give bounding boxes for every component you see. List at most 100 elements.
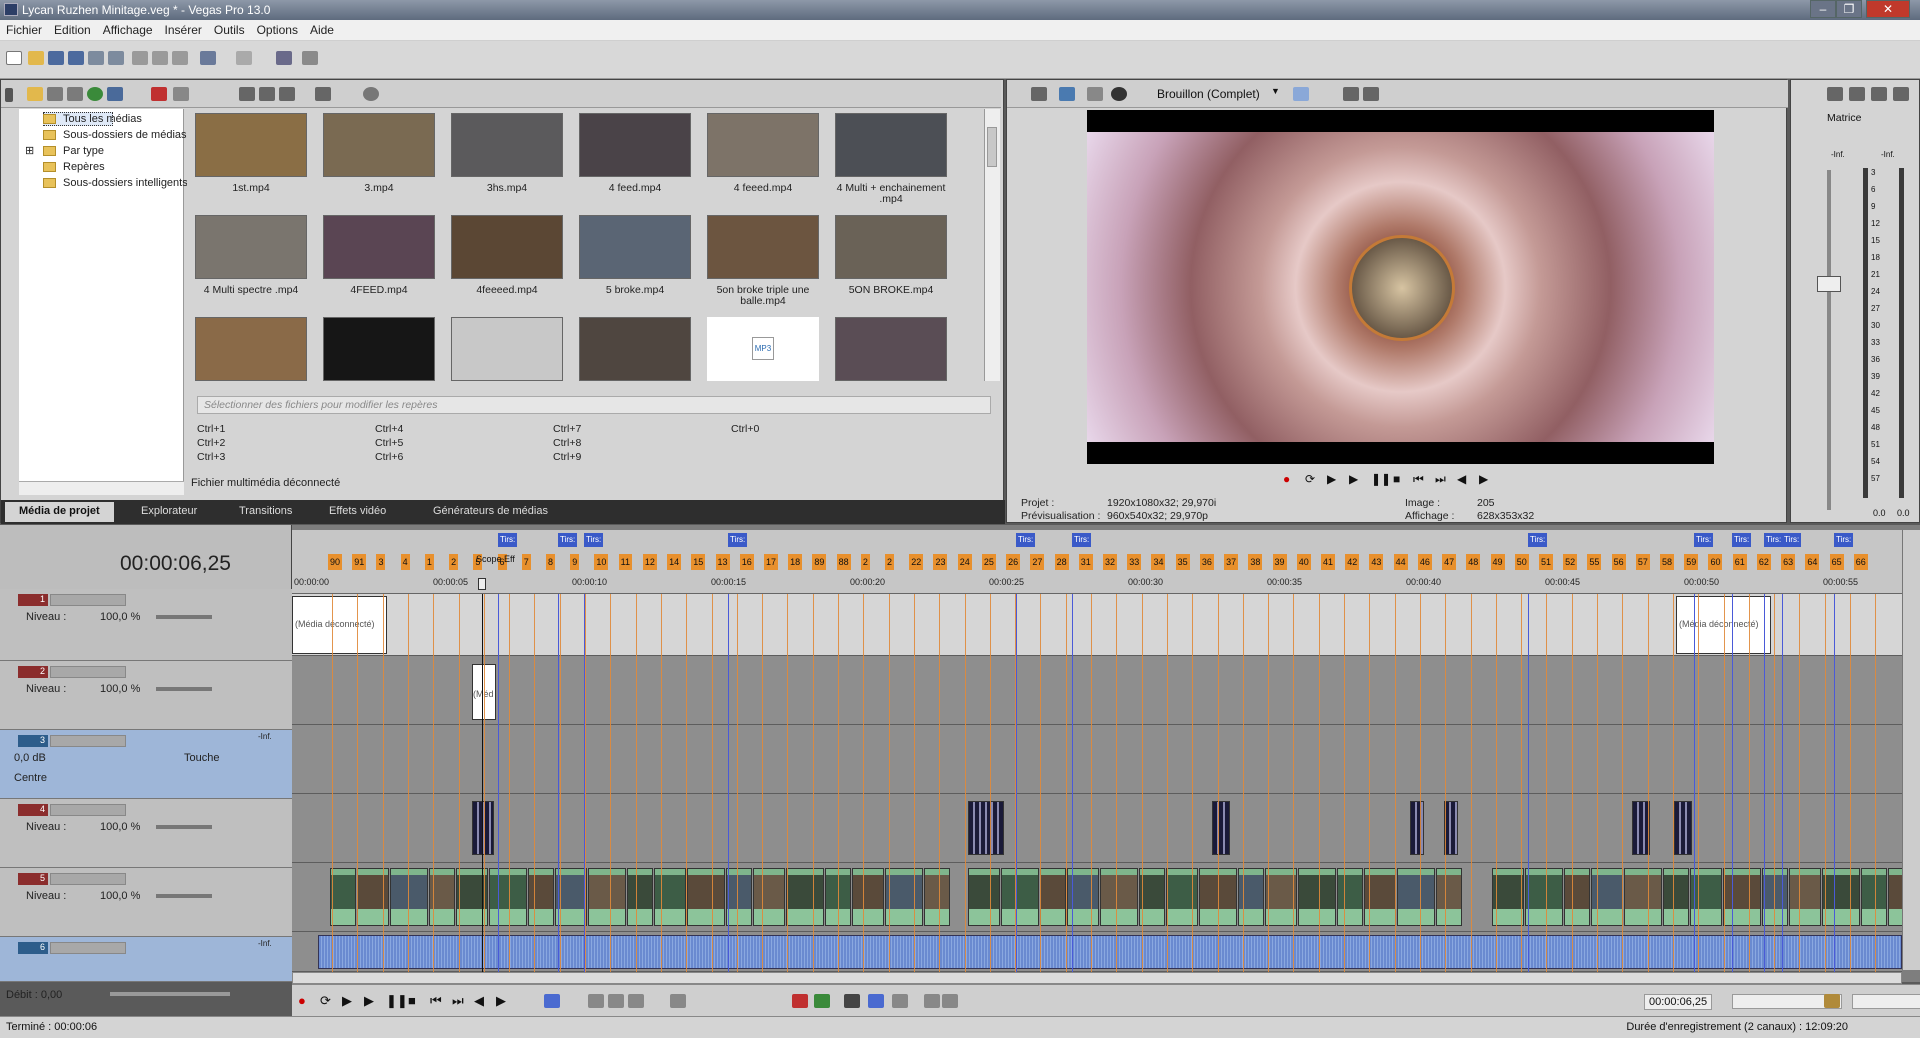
render-icon[interactable]: [88, 51, 104, 65]
timeline-hscroll[interactable]: [292, 972, 1902, 984]
views-icon[interactable]: [315, 87, 331, 101]
marker[interactable]: 39: [1272, 554, 1287, 570]
minimize-button[interactable]: –: [1810, 0, 1836, 18]
video-clip[interactable]: [1100, 868, 1138, 926]
tag-input[interactable]: Sélectionner des fichiers pour modifier …: [197, 396, 991, 414]
media-manager-icon[interactable]: [107, 87, 123, 101]
play-icon[interactable]: [239, 87, 255, 101]
marker[interactable]: 52: [1563, 554, 1578, 570]
marker[interactable]: 25: [981, 554, 996, 570]
external-monitor-icon[interactable]: [1059, 87, 1075, 101]
track-header[interactable]: 4 Niveau : 100,0 %: [0, 799, 292, 868]
media-item[interactable]: 3hs.mp4: [443, 113, 571, 194]
track-header[interactable]: 5 Niveau : 100,0 %: [0, 868, 292, 937]
marker[interactable]: 18: [788, 554, 803, 570]
video-clip[interactable]: [1822, 868, 1860, 926]
marker[interactable]: 66: [1853, 554, 1868, 570]
video-clip[interactable]: [1001, 868, 1039, 926]
record-icon[interactable]: ●: [298, 993, 306, 1008]
marker[interactable]: 41: [1320, 554, 1335, 570]
media-item[interactable]: MP3: [699, 317, 827, 381]
tree-item-all-media[interactable]: Tous les médias: [63, 113, 142, 125]
loop-icon[interactable]: ⟳: [1305, 472, 1315, 486]
marker[interactable]: 36: [1199, 554, 1214, 570]
marker[interactable]: 46: [1417, 554, 1432, 570]
cursor-position[interactable]: 00:00:06,25: [1644, 994, 1713, 1010]
media-item[interactable]: 4 Multi + enchainement .mp4: [827, 113, 955, 205]
search-icon[interactable]: [363, 87, 379, 101]
video-clip[interactable]: [1139, 868, 1165, 926]
marker[interactable]: 7: [521, 554, 531, 570]
stop-icon[interactable]: ■: [1393, 472, 1400, 486]
timeline-vscroll[interactable]: [1902, 530, 1920, 970]
timeline-ruler[interactable]: 00:00:00 00:00:05 00:00:10 00:00:15 00:00:20…: [292, 530, 1902, 594]
region-marker[interactable]: Tirs:: [1732, 533, 1752, 547]
marker[interactable]: 1: [424, 554, 434, 570]
video-clip[interactable]: [588, 868, 626, 926]
video-clip[interactable]: [1492, 868, 1524, 926]
media-item[interactable]: 4FEED.mp4: [315, 215, 443, 296]
tree-item-tags[interactable]: Repères: [63, 161, 105, 173]
save-icon[interactable]: [48, 51, 64, 65]
video-clip[interactable]: [1436, 868, 1462, 926]
track-header[interactable]: 3 0,0 dB Touche Centre -Inf.: [0, 730, 292, 799]
media-item[interactable]: 1st.mp4: [187, 113, 315, 194]
play-icon[interactable]: ▶: [364, 993, 374, 1009]
marker[interactable]: 44: [1393, 554, 1408, 570]
region-marker[interactable]: Tirs:: [584, 533, 604, 547]
tree-item-subfolders[interactable]: Sous-dossiers de médias: [63, 129, 187, 141]
offline-clip[interactable]: (Média déconnecté): [292, 596, 387, 654]
menu-fichier[interactable]: Fichier: [0, 20, 48, 40]
cut-icon[interactable]: [132, 51, 148, 65]
media-item[interactable]: [187, 317, 315, 381]
pause-icon[interactable]: ❚❚: [1371, 472, 1391, 486]
video-clip[interactable]: [687, 868, 725, 926]
video-clip[interactable]: [330, 868, 356, 926]
marker[interactable]: 56: [1611, 554, 1626, 570]
play-from-start-icon[interactable]: ▶: [342, 993, 352, 1009]
ignore-grouping-icon[interactable]: [942, 994, 958, 1008]
tab-video-fx[interactable]: Effets vidéo: [315, 502, 400, 522]
save-as-icon[interactable]: [68, 51, 84, 65]
video-clip[interactable]: [968, 868, 1000, 926]
go-to-start-icon[interactable]: ⏮: [430, 993, 442, 1009]
stop-icon[interactable]: [259, 87, 275, 101]
video-clip[interactable]: [1040, 868, 1066, 926]
redo-icon[interactable]: [236, 51, 252, 65]
region-marker[interactable]: Tirs:: [498, 533, 518, 547]
track-header[interactable]: 1 Niveau : 100,0 %: [0, 589, 292, 661]
track-name-field[interactable]: [50, 666, 126, 678]
region-marker[interactable]: Tirs:: [728, 533, 748, 547]
marker[interactable]: 49: [1490, 554, 1505, 570]
save-snapshot-icon[interactable]: [1363, 87, 1379, 101]
properties-icon[interactable]: [108, 51, 124, 65]
track-level-slider[interactable]: [156, 825, 212, 829]
region-marker[interactable]: Tirs:: [1834, 533, 1854, 547]
capture-icon[interactable]: [47, 87, 63, 101]
track-level-slider[interactable]: [156, 615, 212, 619]
marker[interactable]: 48: [1466, 554, 1481, 570]
video-fx-icon[interactable]: [1087, 87, 1103, 101]
region-marker[interactable]: Tirs:: [1528, 533, 1548, 547]
tree-item-smart-folders[interactable]: Sous-dossiers intelligents: [63, 177, 188, 189]
envelope-tool-icon[interactable]: [588, 994, 604, 1008]
track-name-field[interactable]: [50, 594, 126, 606]
track-name-field[interactable]: [50, 804, 126, 816]
region-marker[interactable]: Tirs:: [558, 533, 578, 547]
video-clip[interactable]: [489, 868, 527, 926]
track-header[interactable]: 6 -Inf.: [0, 937, 292, 982]
video-clip[interactable]: [1861, 868, 1887, 926]
marker[interactable]: 9: [570, 554, 580, 570]
auto-ripple-icon[interactable]: [892, 994, 908, 1008]
media-vscroll[interactable]: [984, 109, 1000, 381]
video-clip[interactable]: [1591, 868, 1623, 926]
track-header[interactable]: 2 Niveau : 100,0 %: [0, 661, 292, 730]
auto-preview-icon[interactable]: [279, 87, 295, 101]
undo-icon[interactable]: [200, 51, 216, 65]
marker[interactable]: 63: [1781, 554, 1796, 570]
video-clip[interactable]: [924, 868, 950, 926]
edit-tool-icon[interactable]: [276, 51, 292, 65]
marker[interactable]: 40: [1296, 554, 1311, 570]
marker[interactable]: 32: [1103, 554, 1118, 570]
overlays-icon[interactable]: [1293, 87, 1309, 101]
